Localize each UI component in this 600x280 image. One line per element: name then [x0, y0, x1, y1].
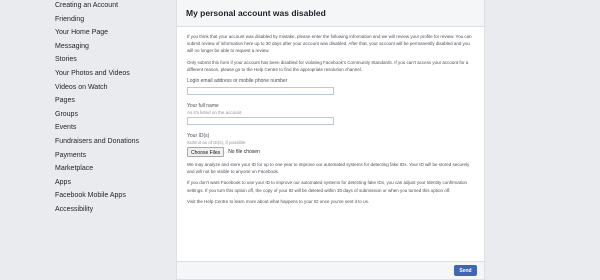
full-name-label: Your full name — [187, 103, 219, 110]
full-name-field[interactable] — [187, 117, 334, 126]
sidebar-item-groups[interactable]: Groups — [0, 108, 170, 122]
notice-text: Only submit this form if your account ha… — [187, 59, 469, 72]
sidebar-item-pages[interactable]: Pages — [0, 94, 170, 108]
sidebar-item-videos-on-watch[interactable]: Videos on Watch — [0, 81, 170, 95]
intro-text: If you think that your account was disab… — [187, 34, 472, 54]
sidebar-item-your-home-page[interactable]: Your Home Page — [0, 26, 170, 40]
sidebar-item-photos-and-videos[interactable]: Your Photos and Videos — [0, 67, 170, 81]
id-hint: Submit as of ID(s), if possible — [187, 140, 246, 146]
help-sidebar: Creating an Account Friending Your Home … — [0, 0, 170, 279]
help-centre-text: Visit the Help Centre to learn more abou… — [187, 198, 370, 204]
file-status-text: No file chosen — [228, 149, 260, 156]
privacy-text-1: We may analyze and store your ID for up … — [187, 162, 470, 175]
sidebar-item-payments[interactable]: Payments — [0, 149, 170, 163]
form-body: If you think that your account was disab… — [187, 33, 475, 205]
form-footer: Send — [177, 261, 484, 279]
choose-files-button[interactable]: Choose Files — [187, 147, 225, 158]
sidebar-item-friending[interactable]: Friending — [0, 13, 170, 27]
file-upload-row: Choose Files No file chosen — [187, 147, 475, 158]
sidebar-item-accessibility[interactable]: Accessibility — [0, 203, 170, 217]
sidebar-item-messaging[interactable]: Messaging — [0, 40, 170, 54]
form-header: My personal account was disabled — [177, 0, 484, 27]
disabled-account-form: My personal account was disabled If you … — [176, 0, 485, 280]
privacy-text-2: If you don't want Facebook to use your I… — [187, 180, 467, 193]
sidebar-item-stories[interactable]: Stories — [0, 53, 170, 67]
send-button[interactable]: Send — [454, 265, 477, 276]
sidebar-item-marketplace[interactable]: Marketplace — [0, 162, 170, 176]
email-label: Login email address or mobile phone numb… — [187, 78, 288, 85]
sidebar-item-apps[interactable]: Apps — [0, 176, 170, 190]
form-title: My personal account was disabled — [186, 8, 326, 18]
sidebar-nav: Creating an Account Friending Your Home … — [0, 0, 170, 217]
email-field[interactable] — [187, 87, 334, 96]
sidebar-item-mobile-apps[interactable]: Facebook Mobile Apps — [0, 189, 170, 203]
sidebar-item-creating-an-account[interactable]: Creating an Account — [0, 0, 170, 13]
full-name-hint: As it's listed on the account — [187, 110, 242, 116]
sidebar-item-events[interactable]: Events — [0, 121, 170, 135]
sidebar-item-fundraisers[interactable]: Fundraisers and Donations — [0, 135, 170, 149]
id-label: Your ID(s) — [187, 133, 210, 140]
